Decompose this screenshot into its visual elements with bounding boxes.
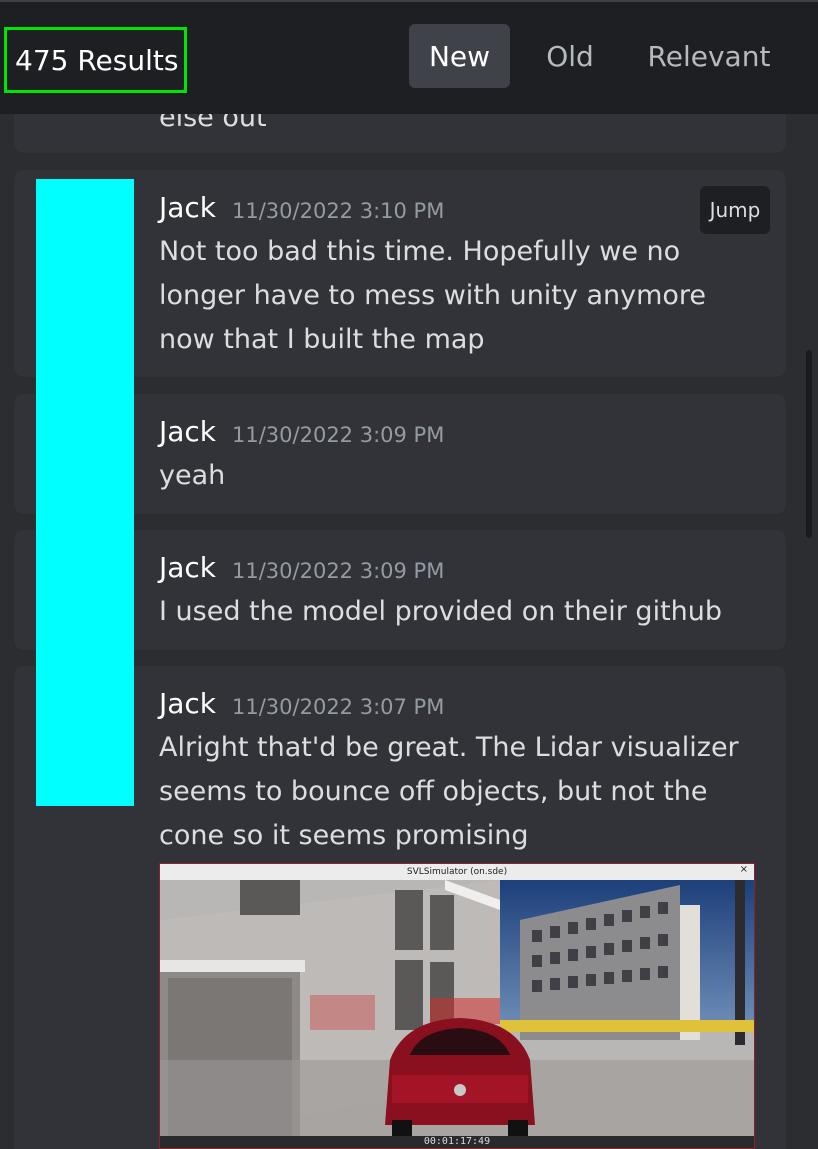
message-timestamp: 11/30/2022 3:10 PM: [232, 199, 445, 223]
message-line: Alright that'd be great. The Lidar visua…: [159, 732, 739, 763]
attachment-window-title: SVLSimulator (on.sde): [160, 864, 754, 880]
jump-button[interactable]: Jump: [700, 186, 770, 234]
tab-sort-old[interactable]: Old: [530, 24, 610, 88]
message-line: Not too bad this time. Hopefully we no: [159, 236, 681, 267]
message-timestamp: 11/30/2022 3:07 PM: [232, 695, 445, 719]
message-author[interactable]: Jack: [159, 191, 216, 224]
message-line: longer have to mess with unity anymore: [159, 280, 707, 311]
message-author[interactable]: Jack: [159, 551, 216, 584]
message-line: cone so it seems promising: [159, 820, 529, 851]
tab-sort-relevant[interactable]: Relevant: [636, 24, 782, 88]
message-timestamp: 11/30/2022 3:09 PM: [232, 559, 445, 583]
scrollbar-thumb[interactable]: [806, 350, 812, 538]
search-results-header: 475 Results New Old Relevant: [0, 0, 818, 114]
results-count: 475 Results: [4, 27, 187, 93]
message-line: seems to bounce off objects, but not the: [159, 776, 708, 807]
message-author[interactable]: Jack: [159, 687, 216, 720]
message-text: Not too bad this time. Hopefully we no l…: [159, 230, 759, 362]
message-line: yeah: [159, 460, 226, 491]
message-line: I used the model provided on their githu…: [159, 596, 723, 627]
tab-sort-new[interactable]: New: [409, 24, 510, 88]
message-author[interactable]: Jack: [159, 415, 216, 448]
message-text: yeah: [159, 454, 759, 498]
message-line: now that I built the map: [159, 324, 485, 355]
message-text: Alright that'd be great. The Lidar visua…: [159, 726, 759, 858]
close-icon: ×: [739, 864, 748, 875]
attachment-timecode: 00:01:17:49: [160, 1136, 754, 1148]
message-text: I used the model provided on their githu…: [159, 590, 759, 634]
redaction-block: [36, 179, 134, 806]
message-timestamp: 11/30/2022 3:09 PM: [232, 423, 445, 447]
simulator-scene-image: [160, 880, 754, 1142]
image-attachment[interactable]: SVLSimulator (on.sde) × 00:01:17:49: [159, 863, 755, 1149]
